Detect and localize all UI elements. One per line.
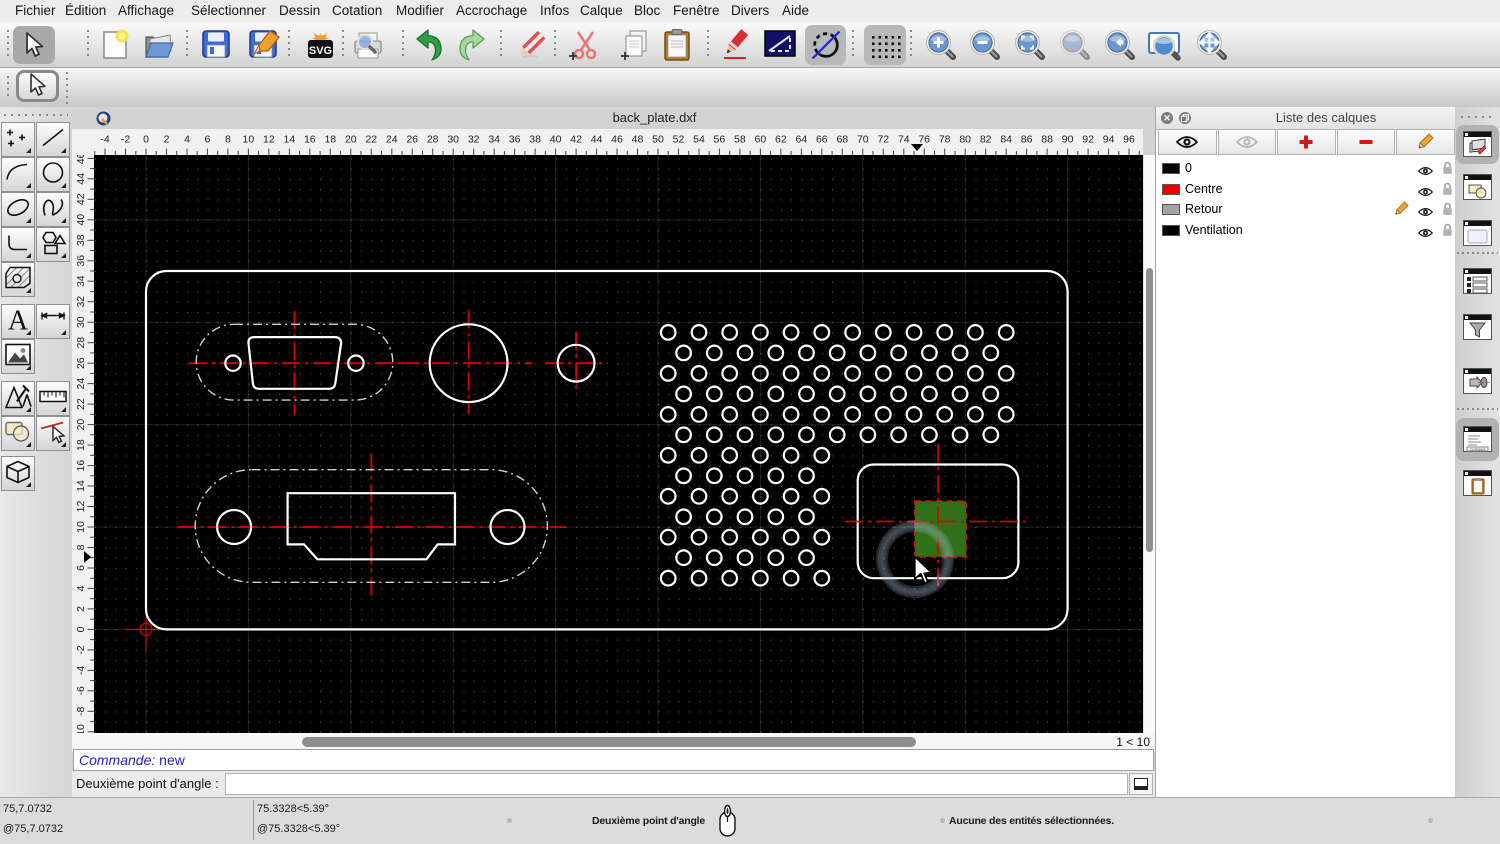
- svg-text:26: 26: [75, 357, 87, 369]
- svg-text:38: 38: [75, 234, 87, 246]
- svg-text:74: 74: [898, 134, 910, 146]
- svg-text:-6: -6: [75, 686, 87, 695]
- svg-text:58: 58: [734, 134, 746, 146]
- svg-text:20: 20: [75, 419, 87, 431]
- svg-text:90: 90: [1062, 134, 1074, 146]
- svg-text:40: 40: [75, 214, 87, 226]
- svg-text:-8: -8: [75, 706, 87, 715]
- svg-text:4: 4: [75, 585, 87, 591]
- svg-text:-2: -2: [75, 645, 87, 654]
- svg-text:92: 92: [1082, 134, 1094, 146]
- svg-text:48: 48: [632, 134, 644, 146]
- svg-text:14: 14: [75, 480, 87, 492]
- svg-text:28: 28: [427, 134, 439, 146]
- svg-text:12: 12: [263, 134, 275, 146]
- svg-text:2: 2: [164, 134, 170, 146]
- svg-text:SVG: SVG: [309, 45, 332, 57]
- svg-text:62: 62: [775, 134, 787, 146]
- svg-text:22: 22: [365, 134, 377, 146]
- svg-text:36: 36: [509, 134, 521, 146]
- svg-text:94: 94: [1103, 134, 1115, 146]
- svg-text:22: 22: [75, 398, 87, 410]
- svg-text:34: 34: [75, 275, 87, 287]
- svg-text:54: 54: [693, 134, 705, 146]
- svg-text:26: 26: [406, 134, 418, 146]
- svg-text:0: 0: [143, 134, 149, 146]
- svg-text:66: 66: [816, 134, 828, 146]
- svg-text:30: 30: [75, 316, 87, 328]
- svg-text:-4: -4: [75, 666, 87, 675]
- svg-text:70: 70: [857, 134, 869, 146]
- svg-text:-10: -10: [75, 724, 87, 733]
- svg-text:88: 88: [1041, 134, 1053, 146]
- svg-text:50: 50: [652, 134, 664, 146]
- svg-text:78: 78: [939, 134, 951, 146]
- svg-text:38: 38: [529, 134, 541, 146]
- svg-text:30: 30: [447, 134, 459, 146]
- svg-text:10: 10: [75, 521, 87, 533]
- svg-text:34: 34: [488, 134, 500, 146]
- svg-text:46: 46: [75, 155, 87, 164]
- svg-text:16: 16: [75, 460, 87, 472]
- svg-text:24: 24: [75, 378, 87, 390]
- svg-text:44: 44: [75, 173, 87, 185]
- svg-text:10: 10: [243, 134, 255, 146]
- svg-text:32: 32: [75, 296, 87, 308]
- svg-text:-4: -4: [100, 134, 109, 146]
- svg-text:28: 28: [75, 337, 87, 349]
- svg-text:20: 20: [345, 134, 357, 146]
- svg-text:8: 8: [225, 134, 231, 146]
- svg-text:72: 72: [877, 134, 889, 146]
- svg-text:52: 52: [673, 134, 685, 146]
- svg-text:68: 68: [836, 134, 848, 146]
- svg-text:18: 18: [75, 439, 87, 451]
- svg-text:82: 82: [980, 134, 992, 146]
- svg-text:12: 12: [75, 501, 87, 513]
- svg-text:2: 2: [75, 606, 87, 612]
- svg-text:14: 14: [284, 134, 296, 146]
- svg-text:8: 8: [75, 544, 87, 550]
- svg-text:16: 16: [304, 134, 316, 146]
- svg-text:32: 32: [468, 134, 480, 146]
- svg-text:56: 56: [714, 134, 726, 146]
- svg-text:4: 4: [184, 134, 190, 146]
- svg-text:86: 86: [1021, 134, 1033, 146]
- svg-text:40: 40: [550, 134, 562, 146]
- svg-text:84: 84: [1000, 134, 1012, 146]
- svg-text:0: 0: [75, 626, 87, 632]
- svg-text:80: 80: [959, 134, 971, 146]
- svg-text:6: 6: [75, 565, 87, 571]
- svg-text:36: 36: [75, 255, 87, 267]
- svg-text:24: 24: [386, 134, 398, 146]
- svg-text:42: 42: [75, 193, 87, 205]
- svg-text:46: 46: [611, 134, 623, 146]
- svg-text:64: 64: [796, 134, 808, 146]
- svg-text:6: 6: [204, 134, 210, 146]
- svg-text:96: 96: [1123, 134, 1135, 146]
- svg-text:60: 60: [755, 134, 767, 146]
- svg-text:44: 44: [591, 134, 603, 146]
- svg-text:command: command: [1470, 448, 1485, 452]
- svg-text:-2: -2: [121, 134, 130, 146]
- svg-text:18: 18: [324, 134, 336, 146]
- svg-text:42: 42: [570, 134, 582, 146]
- svg-text:A: A: [8, 305, 29, 333]
- svg-text:76: 76: [918, 134, 930, 146]
